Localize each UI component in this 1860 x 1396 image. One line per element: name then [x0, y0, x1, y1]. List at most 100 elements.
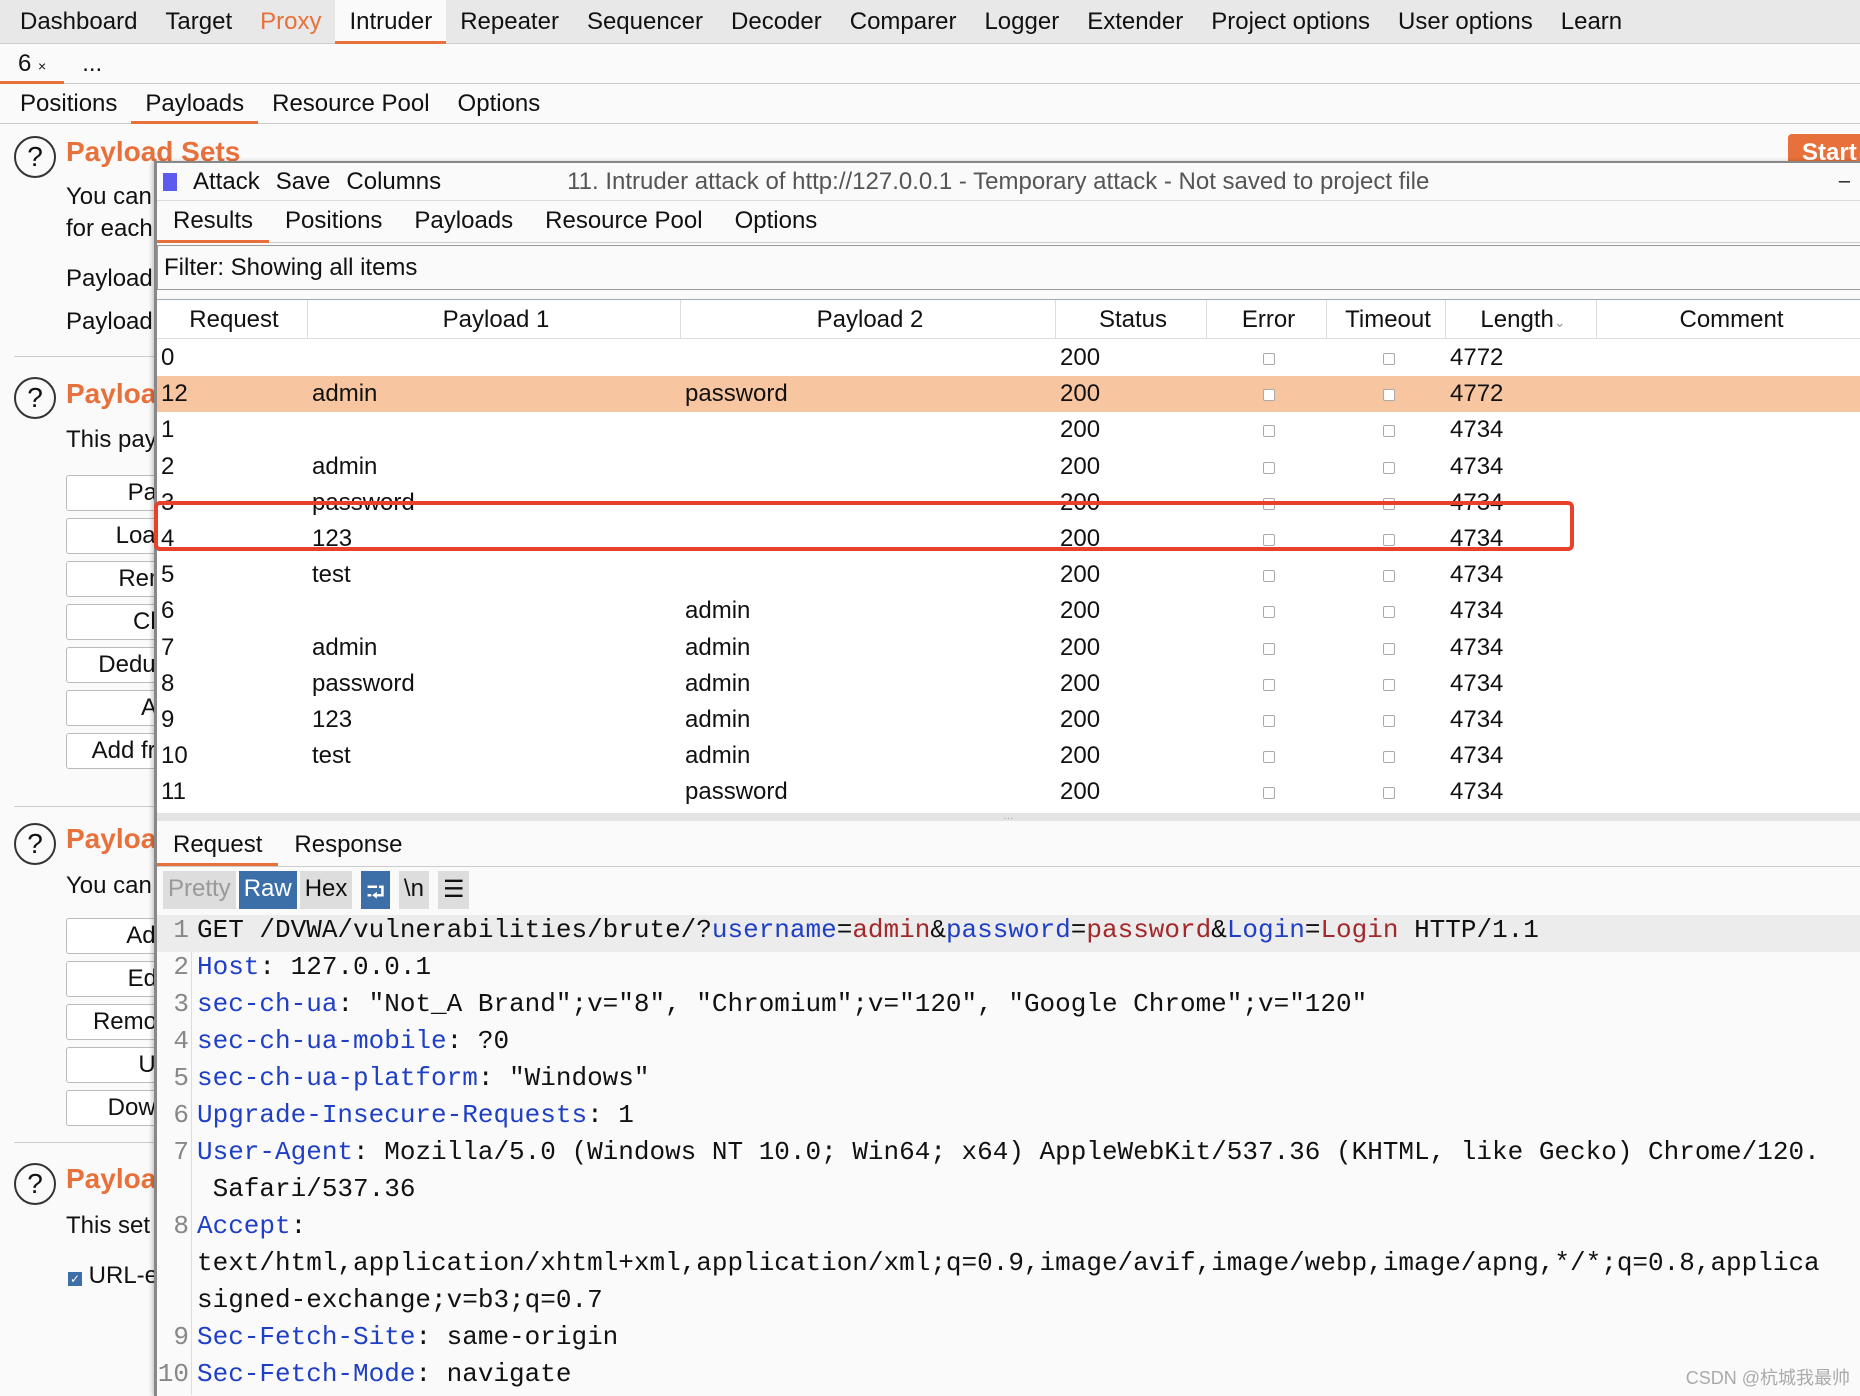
attack-tab-6[interactable]: 6 × — [0, 44, 65, 84]
tab-payloads[interactable]: Payloads — [398, 201, 529, 243]
subtab-resource-pool[interactable]: Resource Pool — [258, 84, 443, 124]
help-icon[interactable]: ? — [14, 1163, 56, 1205]
help-icon[interactable]: ? — [14, 136, 56, 178]
table-row[interactable]: 9 123 admin 200 4734 — [157, 702, 1860, 738]
url-encode-checkbox[interactable]: ✓ URL-e — [68, 1262, 158, 1290]
tab-resource-pool[interactable]: Resource Pool — [529, 201, 718, 243]
subtab-options[interactable]: Options — [444, 84, 555, 124]
hex-button[interactable]: Hex — [299, 871, 353, 909]
tab-results[interactable]: Results — [157, 201, 270, 243]
table-row[interactable]: 1 200 4734 — [157, 412, 1860, 448]
cell-request: 7 — [157, 630, 308, 666]
cell-value: 1 — [161, 416, 175, 444]
tab-options[interactable]: Options — [719, 201, 834, 243]
column-header-length[interactable]: Length⌄ — [1446, 300, 1597, 339]
cell-value: 5 — [161, 561, 175, 589]
attack-tab-row: 6 × ... — [0, 44, 1860, 84]
tab-dashboard[interactable]: Dashboard — [6, 0, 151, 44]
tab-request[interactable]: Request — [157, 825, 279, 866]
pretty-button[interactable]: Pretty — [163, 871, 236, 909]
checkbox-icon — [1263, 606, 1275, 619]
checkbox-checked-icon[interactable]: ✓ — [68, 1272, 82, 1286]
cell-comment — [1597, 557, 1860, 593]
tab-project-options[interactable]: Project options — [1197, 0, 1384, 44]
cell-value: 9 — [161, 706, 175, 733]
section-heading: Payloa — [66, 1163, 157, 1194]
tab-intruder[interactable]: Intruder — [335, 0, 447, 44]
splitter-handle[interactable]: ··· — [157, 813, 1860, 824]
code-line: 5 sec-ch-ua-platform: "Windows" — [157, 1063, 1860, 1100]
tab-positions[interactable]: Positions — [269, 201, 398, 243]
tab-learn[interactable]: Learn — [1547, 0, 1636, 44]
code-text: GET /DVWA/vulnerabilities/brute/? — [197, 915, 712, 945]
tab-comparer[interactable]: Comparer — [836, 0, 971, 44]
table-row[interactable]: 11 password 200 4734 — [157, 774, 1860, 810]
cell-comment — [1597, 449, 1860, 485]
tab-user-options[interactable]: User options — [1384, 0, 1547, 44]
cell-timeout — [1327, 340, 1446, 376]
checkbox-icon — [1382, 353, 1395, 365]
table-row[interactable]: 7 admin admin 200 4734 — [157, 630, 1860, 666]
raw-button[interactable]: Raw — [238, 871, 297, 909]
table-row[interactable]: 10 test admin 200 4734 — [157, 738, 1860, 774]
tab-repeater[interactable]: Repeater — [446, 0, 573, 44]
table-row[interactable]: 5 test 200 4734 — [157, 557, 1860, 593]
param-value: Login — [1320, 915, 1399, 945]
cell-timeout — [1327, 738, 1446, 774]
filter-bar[interactable]: Filter: Showing all items — [157, 245, 1860, 290]
menu-columns[interactable]: Columns — [346, 168, 441, 196]
cell-status: 200 — [1056, 557, 1207, 593]
column-header-status[interactable]: Status — [1056, 300, 1207, 339]
table-row[interactable]: 2 admin 200 4734 — [157, 449, 1860, 485]
cell-length: 4734 — [1446, 630, 1597, 666]
text: Payload — [66, 308, 153, 335]
subtab-payloads[interactable]: Payloads — [131, 84, 259, 124]
cell-error — [1207, 666, 1327, 702]
tab-decoder[interactable]: Decoder — [717, 0, 836, 44]
table-row[interactable]: 12 admin password 200 4772 — [157, 376, 1860, 413]
column-header-error[interactable]: Error — [1207, 300, 1327, 339]
wrap-lines-icon[interactable]: ⮒ — [361, 871, 390, 909]
table-row[interactable]: 8 password admin 200 4734 — [157, 666, 1860, 702]
table-row[interactable]: 0 200 4772 — [157, 340, 1860, 376]
menu-save[interactable]: Save — [276, 168, 331, 196]
newline-icon[interactable]: \n — [398, 871, 429, 909]
request-editor[interactable]: 1 GET /DVWA/vulnerabilities/brute/?userna… — [157, 915, 1860, 1396]
tab-sequencer[interactable]: Sequencer — [573, 0, 717, 44]
cell-timeout — [1327, 666, 1446, 702]
cell-payload-2: admin — [681, 593, 1056, 629]
menu-attack[interactable]: Attack — [193, 168, 260, 196]
tab-proxy[interactable]: Proxy — [246, 0, 335, 44]
minimize-button[interactable]: – — [1839, 170, 1850, 193]
tab-logger[interactable]: Logger — [970, 0, 1073, 44]
cell-error — [1207, 449, 1327, 485]
column-header-payload-1[interactable]: Payload 1 — [308, 300, 681, 339]
help-icon[interactable]: ? — [14, 377, 56, 419]
close-icon[interactable]: × — [38, 58, 46, 74]
cell-status: 200 — [1056, 630, 1207, 666]
menu-icon[interactable]: ☰ — [437, 871, 470, 909]
column-header-comment[interactable]: Comment — [1597, 300, 1860, 339]
text: Payload — [66, 265, 153, 292]
table-row[interactable]: 6 admin 200 4734 — [157, 593, 1860, 629]
tab-target[interactable]: Target — [151, 0, 246, 44]
editor-toolbar: Pretty Raw Hex ⮒ \n ☰ — [163, 871, 470, 909]
cell-timeout — [1327, 557, 1446, 593]
header-name: username — [711, 915, 837, 945]
tab-response[interactable]: Response — [278, 825, 418, 866]
cell-payload-2: admin — [681, 666, 1056, 702]
start-attack-button[interactable]: Start — [1788, 134, 1860, 166]
column-header-timeout[interactable]: Timeout — [1327, 300, 1446, 339]
more-tabs[interactable]: ... — [64, 44, 120, 84]
header-label: Timeout — [1345, 306, 1431, 333]
cell-error — [1207, 340, 1327, 376]
subtab-positions[interactable]: Positions — [6, 84, 131, 124]
column-header-request[interactable]: Request — [157, 300, 308, 339]
tab-extender[interactable]: Extender — [1073, 0, 1197, 44]
code-line: 2 Host: 127.0.0.1 — [157, 952, 1860, 989]
cell-value: 4772 — [1450, 344, 1504, 371]
checkbox-icon — [1382, 570, 1395, 583]
cell-payload-1 — [308, 774, 681, 810]
help-icon[interactable]: ? — [14, 823, 56, 865]
column-header-payload-2[interactable]: Payload 2 — [681, 300, 1056, 339]
